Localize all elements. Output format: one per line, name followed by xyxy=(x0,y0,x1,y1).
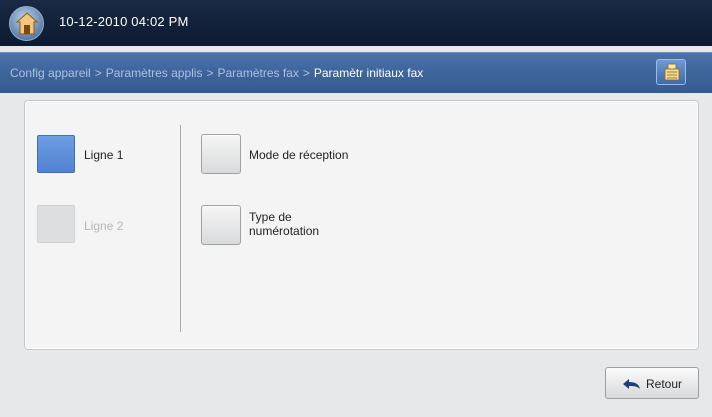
home-icon xyxy=(16,12,38,35)
reception-mode-button[interactable] xyxy=(201,134,241,174)
breadcrumb-bar: Config appareil > Paramètres applis > Paramè… xyxy=(0,52,712,93)
date-time: 10-12-2010 04:02 PM xyxy=(59,14,189,29)
back-button[interactable]: Retour xyxy=(605,367,699,399)
line-1-button[interactable] xyxy=(37,135,75,173)
breadcrumb-current: Paramètr initiaux fax xyxy=(313,66,424,80)
breadcrumb-item-parametres-fax[interactable]: Paramètres fax xyxy=(217,66,298,80)
panel-divider xyxy=(180,125,181,332)
line-1-label: Ligne 1 xyxy=(84,148,124,162)
breadcrumb-separator: > xyxy=(206,66,214,80)
dialing-type-button[interactable] xyxy=(201,205,241,245)
dialing-type-label-line2: numérotation xyxy=(249,224,320,238)
back-button-label: Retour xyxy=(646,377,683,391)
top-status-bar: 10-12-2010 04:02 PM xyxy=(0,0,712,46)
breadcrumb: Config appareil > Paramètres applis > Paramè… xyxy=(10,66,423,80)
breadcrumb-item-parametres-applis[interactable]: Paramètres applis xyxy=(106,66,203,80)
job-status-button[interactable] xyxy=(656,59,686,85)
reception-mode-label: Mode de réception xyxy=(249,148,349,162)
breadcrumb-separator: > xyxy=(94,66,102,80)
line-2-label: Ligne 2 xyxy=(84,219,124,233)
job-status-icon xyxy=(664,63,680,81)
home-button[interactable] xyxy=(9,6,44,41)
breadcrumb-item-config-appareil[interactable]: Config appareil xyxy=(10,66,91,80)
dialing-type-label-line1: Type de xyxy=(249,210,292,224)
fax-settings-panel xyxy=(24,100,699,350)
line-2-button[interactable] xyxy=(37,205,75,243)
undo-arrow-icon xyxy=(623,379,640,389)
breadcrumb-separator: > xyxy=(302,66,310,80)
